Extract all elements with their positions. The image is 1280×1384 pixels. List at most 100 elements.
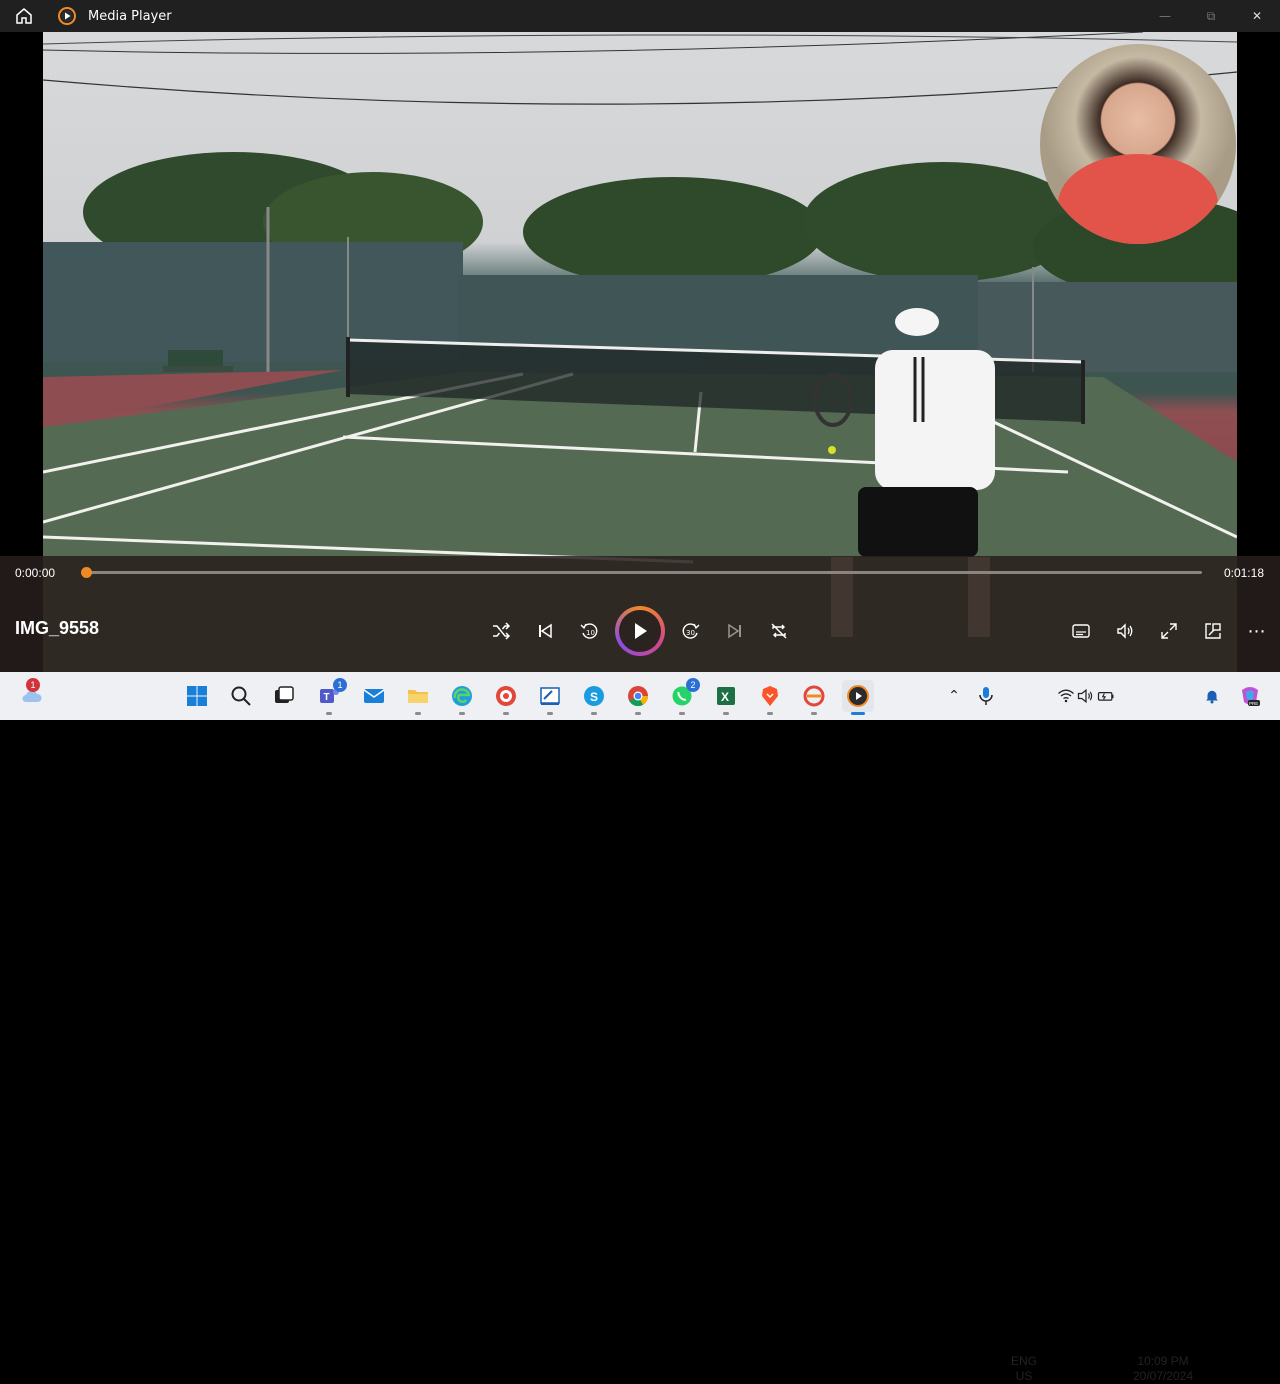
chrome-app[interactable] <box>622 680 654 715</box>
screen-recorder-app[interactable] <box>490 680 522 715</box>
teams-app[interactable]: T 1 <box>313 678 347 715</box>
language-indicator[interactable]: ENG US <box>1006 1354 1042 1384</box>
svg-text:S: S <box>590 690 598 704</box>
capcut-running-indicator <box>811 712 817 715</box>
brave-app[interactable] <box>754 680 786 715</box>
microphone-icon <box>979 687 993 705</box>
svg-text:10: 10 <box>586 629 595 637</box>
volume-icon <box>1117 623 1133 639</box>
close-icon: ✕ <box>1251 9 1263 23</box>
next-icon <box>728 623 741 639</box>
skip-back-10-button[interactable]: 10 <box>573 615 605 647</box>
fullscreen-button[interactable] <box>1153 615 1185 647</box>
clock-date: 20/07/2024 <box>1132 1369 1194 1383</box>
clock-time: 10:09 PM <box>1137 1354 1189 1368</box>
whiteboard-running-indicator <box>547 712 553 715</box>
svg-text:PRE: PRE <box>1249 701 1258 706</box>
search-button[interactable] <box>225 680 257 712</box>
teams-badge: 1 <box>333 678 347 692</box>
restore-icon: ⧉ <box>1206 8 1216 23</box>
close-button[interactable]: ✕ <box>1234 0 1280 32</box>
speaker-icon <box>1077 688 1093 704</box>
webcam-person <box>1058 154 1218 244</box>
notifications-button[interactable] <box>1196 680 1228 712</box>
capcut-app[interactable] <box>798 680 830 715</box>
chevron-up-icon: ⌃ <box>948 688 960 704</box>
minimize-icon: — <box>1159 9 1171 23</box>
microphone-button[interactable] <box>970 680 1002 712</box>
svg-text:T: T <box>324 692 330 703</box>
window-title: Media Player <box>88 8 172 24</box>
task-view-icon <box>275 686 294 703</box>
quick-settings-button[interactable] <box>1048 680 1124 712</box>
play-button[interactable] <box>615 606 665 656</box>
file-explorer-app[interactable] <box>402 680 434 715</box>
home-button[interactable] <box>0 0 48 32</box>
play-button-inner <box>619 610 661 652</box>
explorer-running-indicator <box>415 712 421 715</box>
edge-app[interactable] <box>446 680 478 715</box>
player-controls: 0:00:00 0:01:18 IMG_9558 10 30 ⋯ <box>0 556 1280 672</box>
copilot-icon: PRE <box>1242 687 1260 706</box>
skip-forward-30-icon: 30 <box>682 623 700 639</box>
whatsapp-running-indicator <box>679 712 685 715</box>
recorder-running-indicator <box>503 712 509 715</box>
brave-running-indicator <box>767 712 773 715</box>
webcam-overlay <box>1040 44 1236 244</box>
maximize-button[interactable]: ⧉ <box>1188 0 1234 32</box>
volume-button[interactable] <box>1109 615 1141 647</box>
start-button[interactable] <box>181 680 213 712</box>
skype-icon: S <box>584 686 604 706</box>
bell-icon <box>1206 690 1218 704</box>
search-icon <box>231 686 251 706</box>
clock[interactable]: 10:09 PM 20/07/2024 <box>1128 1354 1198 1384</box>
taskbar: 1 T 1 S 2 X ⌃ ENG US 10:09 PM 20/07/2024… <box>0 672 1280 1383</box>
skip-back-10-icon: 10 <box>580 623 598 639</box>
battery-icon <box>1097 692 1114 701</box>
repeat-off-icon <box>771 623 787 639</box>
title-bar: Media Player — ⧉ ✕ <box>0 0 1280 32</box>
previous-icon <box>539 623 552 639</box>
skype-app[interactable]: S <box>578 680 610 715</box>
copilot-button[interactable]: PRE <box>1234 680 1266 712</box>
brave-icon <box>762 686 778 706</box>
media-player-taskbar-app[interactable] <box>842 680 874 715</box>
media-player-active-indicator <box>851 712 865 715</box>
chrome-running-indicator <box>635 712 641 715</box>
mini-player-button[interactable] <box>1197 615 1229 647</box>
play-icon <box>635 623 647 639</box>
minimize-button[interactable]: — <box>1142 0 1188 32</box>
recorder-icon <box>496 686 516 706</box>
home-icon <box>16 8 32 24</box>
next-button[interactable] <box>719 615 751 647</box>
capcut-icon <box>803 685 825 707</box>
whiteboard-app[interactable] <box>534 680 566 715</box>
fullscreen-icon <box>1161 623 1177 639</box>
whiteboard-icon <box>540 687 560 705</box>
captions-button[interactable] <box>1065 615 1097 647</box>
whatsapp-app[interactable]: 2 <box>666 678 700 715</box>
seek-bar[interactable] <box>81 567 1202 578</box>
media-player-icon <box>847 685 869 707</box>
chrome-icon <box>628 686 649 707</box>
edge-icon <box>452 686 472 706</box>
skip-forward-30-button[interactable]: 30 <box>675 615 707 647</box>
folder-icon <box>408 690 428 703</box>
whatsapp-badge: 2 <box>686 678 700 692</box>
weather-widget[interactable]: 1 <box>16 678 48 712</box>
total-duration: 0:01:18 <box>1223 566 1264 580</box>
show-hidden-icons-button[interactable]: ⌃ <box>938 680 970 712</box>
repeat-off-button[interactable] <box>763 615 795 647</box>
svg-text:X: X <box>721 690 729 704</box>
shuffle-button[interactable] <box>485 615 517 647</box>
more-options-button[interactable]: ⋯ <box>1241 615 1273 647</box>
previous-button[interactable] <box>529 615 561 647</box>
captions-icon <box>1072 624 1090 638</box>
mail-icon <box>363 689 385 703</box>
seek-thumb[interactable] <box>81 567 92 578</box>
more-options-icon: ⋯ <box>1247 620 1267 642</box>
windows-logo-icon <box>187 686 207 706</box>
mail-app[interactable] <box>358 680 390 712</box>
excel-app[interactable]: X <box>710 680 742 715</box>
task-view-button[interactable] <box>268 680 300 712</box>
